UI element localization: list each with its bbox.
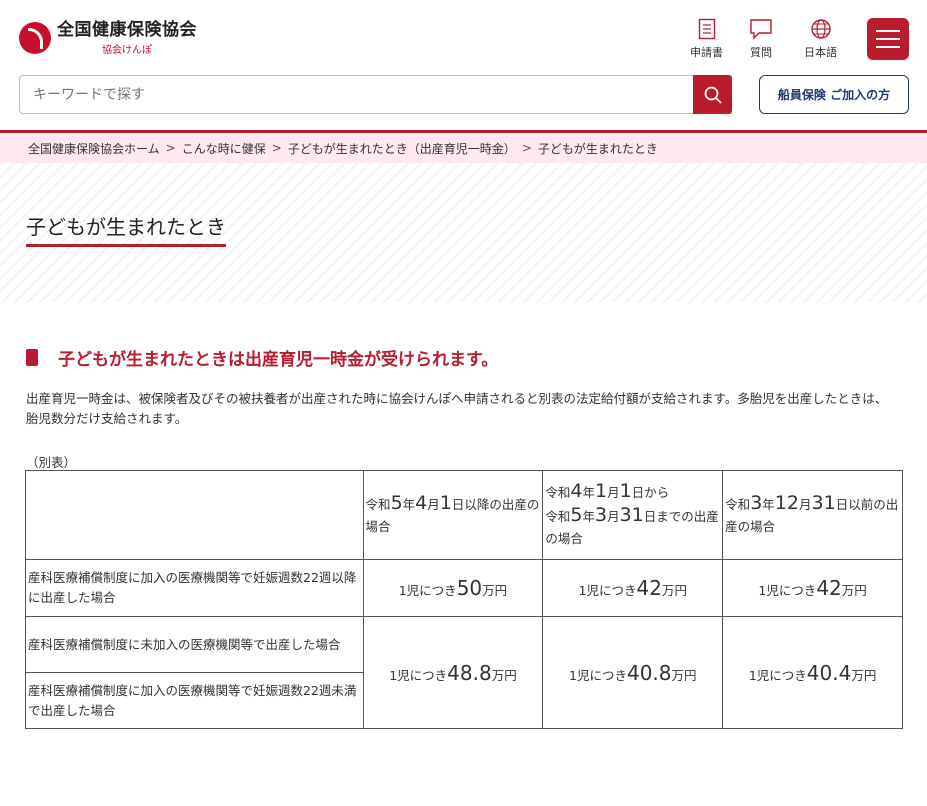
search-box [19,75,732,114]
breadcrumb-separator: > [521,141,532,155]
benefit-amount: 1児につき48.8万円 [362,616,544,729]
site-header: 全国健康保険協会 協会けんぽ 申請書 質問 日本語 キーワードで探す 船員保険 … [0,0,927,130]
kyokai-logo-icon [19,22,51,54]
benefit-table: 令和5年4月1日以降の出産の場合 令和4年1月1日から 令和5年3月31日までの出… [25,470,903,729]
search-button[interactable] [693,75,732,114]
search-input[interactable] [20,76,694,113]
row-label: 産科医療補償制度に加入の医療機関等で妊娠週数22週以降に出産した場合 [25,559,364,617]
document-icon [698,18,715,40]
seaman-insurance-button[interactable]: 船員保険 ご加入の方 [759,75,909,114]
nav-forms-label: 申請書 [690,46,723,59]
nav-forms[interactable]: 申請書 [690,18,723,60]
search-icon [704,86,722,104]
breadcrumb-home[interactable]: 全国健康保険協会ホーム [28,140,160,157]
benefit-amount: 1児につき42万円 [722,559,903,617]
table-header-row: 令和5年4月1日以降の出産の場合 令和4年1月1日から 令和5年3月31日までの出… [25,470,903,560]
breadcrumb: 全国健康保険協会ホーム > こんな時に健保 > 子どもが生まれたとき（出産育児一… [0,133,927,163]
section-heading: 子どもが生まれたときは出産育児一時金が受けられます。 [26,345,498,370]
table-row: 産科医療補償制度に未加入の医療機関等で出産した場合 1児につき48.8万円 1児… [25,616,903,729]
col-header-r3: 令和3年12月31日以前の出産の場合 [722,470,903,560]
nav-faq[interactable]: 質問 [749,18,773,60]
heading-marker [26,349,38,366]
benefit-amount: 1児につき42万円 [542,559,724,617]
logo-main-text: 全国健康保険協会 [57,20,197,40]
title-band: 子どもが生まれたとき [0,163,927,303]
hamburger-menu-icon [876,30,900,32]
row-label: 産科医療補償制度に未加入の医療機関等で出産した場合 [25,616,364,673]
nav-faq-label: 質問 [750,46,772,59]
col-header-r5: 令和5年4月1日以降の出産の場合 [362,470,544,560]
table-caption: （別表） [26,455,77,470]
breadcrumb-separator: > [165,141,176,155]
col-header-r4: 令和4年1月1日から 令和5年3月31日までの出産の場合 [542,470,724,560]
row-label: 産科医療補償制度に加入の医療機関等で妊娠週数22週未満で出産した場合 [25,672,364,729]
benefit-amount: 1児につき50万円 [362,559,544,617]
benefit-amount: 1児につき40.4万円 [722,616,903,729]
logo-sub-text: 協会けんぽ [102,45,152,56]
nav-language[interactable]: 日本語 [804,18,837,60]
benefit-amount: 1児につき40.8万円 [542,616,724,729]
nav-language-label: 日本語 [804,46,837,59]
menu-line [876,38,900,40]
breadcrumb-item[interactable]: こんな時に健保 [182,140,266,157]
table-corner-cell [25,470,364,560]
page-title: 子どもが生まれたとき [26,211,226,247]
breadcrumb-item[interactable]: 子どもが生まれたとき（出産育児一時金） [288,140,516,157]
site-logo[interactable]: 全国健康保険協会 協会けんぽ [19,20,197,56]
speech-bubble-icon [750,19,772,40]
lead-paragraph: 出産育児一時金は、被保険者及びその被扶養者が出産された時に協会けんぽへ申請される… [26,391,888,426]
table-row: 産科医療補償制度に加入の医療機関等で妊娠週数22週以降に出産した場合 1児につき… [25,559,903,617]
breadcrumb-current: 子どもが生まれたとき [537,141,658,156]
breadcrumb-separator: > [271,141,282,155]
hamburger-menu-button[interactable] [867,18,909,60]
globe-icon [810,19,831,39]
section-title: 子どもが生まれたときは出産育児一時金が受けられます。 [58,350,499,370]
menu-line [876,46,900,48]
